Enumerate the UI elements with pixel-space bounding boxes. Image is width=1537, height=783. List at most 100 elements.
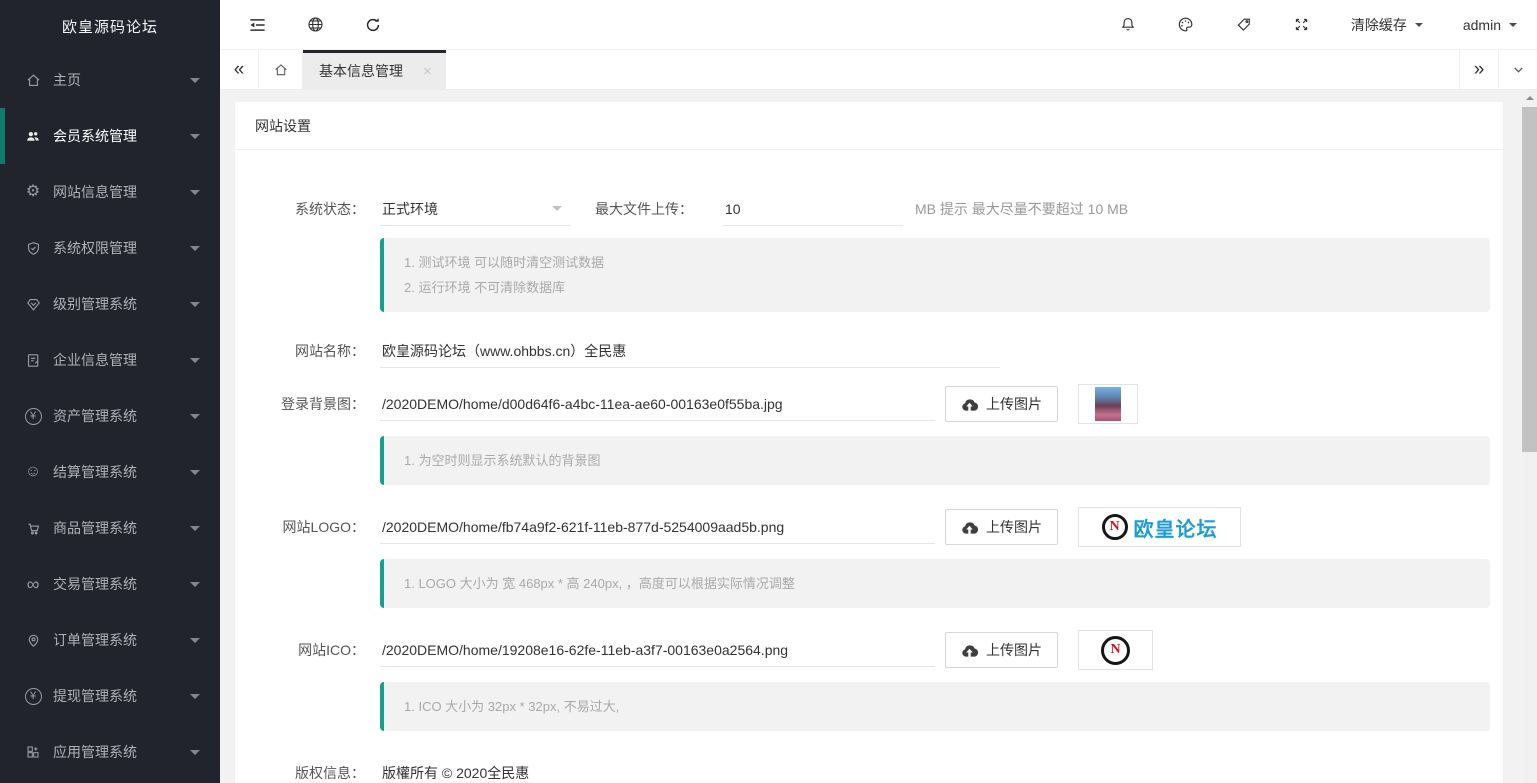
chevron-down-icon (190, 134, 200, 144)
user-dropdown[interactable]: admin (1443, 0, 1537, 50)
site-logo-note: 1. LOGO 大小为 宽 468px * 高 240px, ，高度可以根据实际… (380, 559, 1490, 608)
logo-mark-icon: N (1102, 514, 1128, 540)
sidebar-item-label: 结算管理系统 (53, 462, 137, 482)
infinity-icon: ∞ (22, 574, 44, 594)
site-name-input[interactable] (380, 334, 1000, 368)
scrollbar-thumb[interactable] (1522, 107, 1537, 452)
sidebar-item-label: 提现管理系统 (53, 686, 137, 706)
login-bg-upload-button[interactable]: 上传图片 (945, 386, 1058, 422)
row-site-logo: 网站LOGO： 上传图片 N 欧皇论坛 (235, 507, 1503, 547)
row-copyright: 版权信息： (235, 756, 1503, 783)
sidebar-item-label: 主页 (53, 70, 81, 90)
chevron-down-icon (190, 750, 200, 760)
tabs-scroll-left-button[interactable]: « (220, 50, 259, 89)
site-ico-upload-button[interactable]: 上传图片 (945, 632, 1058, 668)
env-note-line1: 1. 测试环境 可以随时清空测试数据 (404, 250, 1470, 275)
chevron-down-icon (190, 694, 200, 704)
sidebar-item-label: 系统权限管理 (53, 238, 137, 258)
chevron-down-icon (552, 206, 562, 216)
site-name-label: 网站名称： (235, 341, 365, 361)
system-status-label: 系统状态： (235, 199, 365, 219)
theme-button[interactable] (1157, 0, 1215, 50)
max-upload-hint: MB 提示 最大尽量不要超过 10 MB (915, 199, 1128, 219)
tabbar: « 基本信息管理 × » (220, 50, 1537, 90)
login-bg-note: 1. 为空时则显示系统默认的背景图 (380, 436, 1490, 485)
report-icon (22, 350, 44, 370)
site-logo-input[interactable] (380, 510, 935, 544)
close-icon[interactable]: × (423, 63, 432, 80)
sidebar-nav: 主页 会员系统管理 ⚙ 网站信息管理 系统权限管理 级别管 (0, 52, 220, 780)
login-bg-input[interactable] (380, 387, 935, 421)
site-settings-form: 系统状态： 正式环境 最大文件上传： MB 提示 最大尽量不要超过 10 MB … (235, 150, 1503, 783)
home-icon (273, 62, 289, 78)
sidebar-item-orders[interactable]: 订单管理系统 (0, 612, 220, 668)
gear-icon: ⚙ (22, 182, 44, 202)
clear-cache-dropdown[interactable]: 清除缓存 (1331, 0, 1443, 50)
chevron-down-icon (190, 358, 200, 368)
sidebar-item-assets[interactable]: ¥ 资产管理系统 (0, 388, 220, 444)
logo-preview-text: 欧皇论坛 (1134, 513, 1218, 542)
username-label: admin (1463, 17, 1501, 33)
tag-button[interactable] (1215, 0, 1273, 50)
shield-icon (22, 238, 44, 258)
users-icon (22, 126, 44, 146)
fullscreen-button[interactable] (1273, 0, 1331, 50)
env-note: 1. 测试环境 可以随时清空测试数据 2. 运行环境 不可清除数据库 (380, 238, 1490, 312)
palette-icon (1176, 15, 1195, 34)
collapse-sidebar-icon (248, 17, 267, 33)
double-chevron-left-icon: « (234, 59, 245, 81)
content-area: 网站设置 系统状态： 正式环境 最大文件上传： MB 提示 最大尽量不要超过 1… (220, 90, 1537, 783)
notifications-button[interactable] (1099, 0, 1157, 50)
sidebar-item-apps[interactable]: 应用管理系统 (0, 724, 220, 780)
site-ico-note: 1. ICO 大小为 32px * 32px, 不易过大, (380, 682, 1490, 731)
sidebar-item-permissions[interactable]: 系统权限管理 (0, 220, 220, 276)
sidebar-item-members[interactable]: 会员系统管理 (0, 108, 220, 164)
ico-mark-icon: N (1101, 636, 1130, 665)
tabs-scroll-right-button[interactable]: » (1459, 50, 1498, 89)
sidebar-item-settlement[interactable]: ☺ 结算管理系统 (0, 444, 220, 500)
sidebar-item-label: 级别管理系统 (53, 294, 137, 314)
chevron-down-icon (190, 470, 200, 480)
tag-icon (1235, 16, 1253, 34)
row-system-status: 系统状态： 正式环境 最大文件上传： MB 提示 最大尽量不要超过 10 MB (235, 192, 1503, 226)
cloud-upload-icon (961, 643, 978, 657)
collapse-sidebar-button[interactable] (228, 0, 286, 50)
yen-circle-icon: ¥ (22, 686, 44, 706)
row-site-ico: 网站ICO： 上传图片 N (235, 630, 1503, 670)
sidebar-item-site-info[interactable]: ⚙ 网站信息管理 (0, 164, 220, 220)
chevron-down-icon (1415, 23, 1423, 31)
tab-label: 基本信息管理 (319, 61, 403, 81)
refresh-button[interactable] (344, 0, 402, 50)
sidebar-item-levels[interactable]: 级别管理系统 (0, 276, 220, 332)
system-status-select[interactable]: 正式环境 (380, 192, 570, 226)
login-bg-preview[interactable] (1078, 384, 1138, 424)
max-upload-input[interactable] (723, 192, 903, 226)
vertical-scrollbar[interactable] (1522, 90, 1537, 783)
site-ico-input[interactable] (380, 633, 935, 667)
sidebar-item-label: 交易管理系统 (53, 574, 137, 594)
refresh-icon (364, 16, 382, 34)
site-logo-preview[interactable]: N 欧皇论坛 (1078, 507, 1241, 547)
site-logo-upload-button[interactable]: 上传图片 (945, 509, 1058, 545)
site-ico-preview[interactable]: N (1078, 630, 1153, 670)
tab-basic-info[interactable]: 基本信息管理 × (303, 50, 446, 89)
copyright-input[interactable] (380, 756, 1000, 783)
copyright-label: 版权信息： (235, 763, 365, 783)
scrollbar-up-arrow[interactable] (1522, 90, 1537, 106)
sidebar-item-enterprise[interactable]: 企业信息管理 (0, 332, 220, 388)
diamond-icon (22, 294, 44, 314)
sidebar-item-trade[interactable]: ∞ 交易管理系统 (0, 556, 220, 612)
language-button[interactable] (286, 0, 344, 50)
system-status-value: 正式环境 (382, 199, 438, 219)
tab-home[interactable] (259, 50, 303, 89)
chevron-down-icon (1509, 23, 1517, 31)
sidebar-item-goods[interactable]: 商品管理系统 (0, 500, 220, 556)
sidebar-item-label: 网站信息管理 (53, 182, 137, 202)
double-chevron-right-icon: » (1474, 59, 1485, 81)
row-login-bg: 登录背景图： 上传图片 (235, 384, 1503, 424)
tabs-menu-button[interactable] (1498, 50, 1537, 89)
chevron-down-icon (190, 638, 200, 648)
sidebar-item-home[interactable]: 主页 (0, 52, 220, 108)
sidebar-item-withdraw[interactable]: ¥ 提现管理系统 (0, 668, 220, 724)
bell-icon (1119, 15, 1137, 34)
